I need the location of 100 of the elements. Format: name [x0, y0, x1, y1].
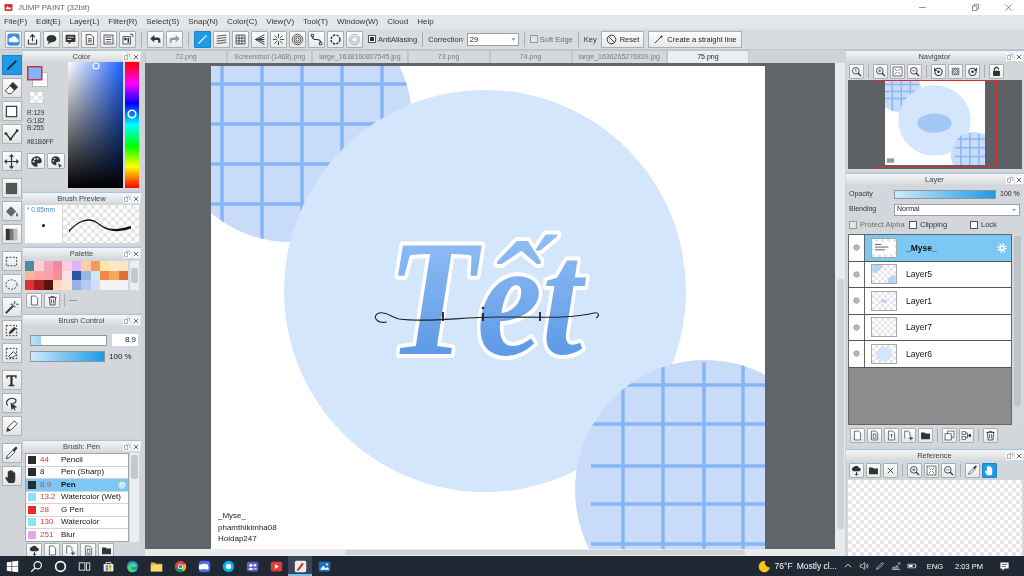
swatch-icon[interactable] — [43, 261, 54, 271]
swatch-icon[interactable] — [99, 261, 110, 271]
hand-button[interactable] — [982, 463, 997, 478]
parallel-lines-button[interactable] — [213, 30, 230, 48]
close-icon[interactable] — [1015, 52, 1023, 61]
document-button[interactable] — [81, 30, 98, 48]
menu-item[interactable]: Tool(T) — [303, 17, 328, 27]
swatch-icon[interactable] — [62, 261, 72, 271]
menu-item[interactable]: Window(W) — [336, 17, 379, 27]
swatch-icon[interactable] — [25, 261, 35, 271]
brush-item[interactable]: 44 Pencil — [26, 454, 128, 467]
moon-icon[interactable] — [757, 559, 771, 573]
close-icon[interactable] — [132, 194, 140, 203]
swatch-icon[interactable] — [25, 270, 35, 281]
close-icon[interactable] — [132, 249, 140, 258]
swatch-icon[interactable] — [62, 270, 72, 281]
grid-button[interactable] — [232, 30, 249, 48]
swatch-icon[interactable] — [25, 280, 35, 290]
concentric-circles-button[interactable] — [289, 30, 306, 48]
merge-button[interactable] — [959, 427, 974, 443]
brush-item[interactable]: 251 Blur — [26, 529, 128, 541]
layer-item[interactable]: Layer6 — [849, 341, 1011, 368]
swatch-icon[interactable] — [34, 270, 44, 281]
rotate-left-button[interactable] — [931, 63, 946, 79]
swatch-icon[interactable] — [71, 280, 82, 290]
pen-tool[interactable] — [1, 416, 22, 436]
scrollbar[interactable] — [835, 63, 845, 549]
rotate-right-button[interactable] — [965, 63, 980, 79]
delete-swatch-button[interactable] — [44, 293, 60, 308]
swatch-icon[interactable] — [118, 261, 128, 271]
brush-item[interactable]: 13.2 Watercolor (Wet) — [26, 491, 128, 504]
undo-button[interactable] — [147, 30, 164, 48]
speaker-icon[interactable] — [858, 561, 869, 571]
visibility-dot-icon[interactable] — [853, 350, 860, 358]
notification-icon[interactable] — [999, 560, 1010, 572]
chevron-up-icon[interactable] — [842, 561, 853, 571]
move-tool[interactable] — [1, 151, 22, 171]
select-pen-tool[interactable] — [1, 320, 22, 340]
scrollbar-thumb[interactable] — [131, 455, 138, 479]
zoom-in-button[interactable] — [907, 463, 922, 478]
close-icon[interactable] — [1015, 451, 1023, 460]
layout-button[interactable] — [119, 30, 136, 48]
scrollbar[interactable] — [130, 261, 139, 290]
menu-item[interactable]: Filter(R) — [108, 17, 138, 27]
close-icon[interactable] — [1015, 175, 1023, 184]
share-button[interactable] — [24, 30, 41, 48]
perspective-lines-button[interactable] — [251, 30, 268, 48]
swatch-icon[interactable] — [71, 261, 82, 271]
filled-square-tool[interactable] — [1, 178, 22, 198]
zoom-out-button[interactable] — [941, 463, 956, 478]
swatch-icon[interactable] — [43, 270, 54, 281]
opacity-slider[interactable] — [894, 190, 996, 199]
close-x-button[interactable] — [883, 463, 898, 478]
folder-button[interactable] — [918, 427, 933, 443]
swatch-icon[interactable] — [90, 270, 100, 281]
trash-button[interactable] — [983, 427, 998, 443]
color-swatches-icon[interactable] — [27, 66, 48, 87]
layer-item[interactable]: Layer1 — [849, 288, 1011, 315]
swatch-icon[interactable] — [99, 270, 110, 281]
eraser-tool[interactable] — [1, 78, 22, 98]
network-icon[interactable] — [890, 561, 901, 571]
scrollbar[interactable] — [145, 549, 845, 556]
antialiasing-checkbox[interactable] — [368, 35, 376, 43]
swatch-icon[interactable] — [90, 261, 100, 271]
temperature[interactable]: 76°F — [774, 560, 793, 572]
cloud-download-button[interactable] — [849, 463, 864, 478]
taskbar-app[interactable] — [288, 556, 312, 576]
visibility-dot-icon[interactable] — [853, 297, 860, 305]
visibility-dot-icon[interactable] — [853, 323, 860, 331]
curve-button[interactable] — [308, 30, 325, 48]
layer-option-checkbox[interactable] — [909, 220, 917, 229]
eyedropper-button[interactable] — [965, 463, 980, 478]
battery-icon[interactable] — [906, 561, 917, 571]
menu-item[interactable]: File(F) — [4, 17, 28, 27]
select-eraser-tool[interactable] — [1, 343, 22, 363]
gradient-tool[interactable] — [1, 224, 22, 244]
swatch-icon[interactable] — [71, 270, 82, 281]
swatch-icon[interactable] — [53, 280, 63, 290]
menu-item[interactable]: View(V) — [266, 17, 295, 27]
scrollbar-thumb[interactable] — [131, 268, 138, 283]
menu-item[interactable]: Color(C) — [226, 17, 258, 27]
scrollbar-thumb[interactable] — [836, 279, 844, 529]
magic-wand-tool[interactable] — [1, 297, 22, 317]
close-icon[interactable] — [132, 316, 140, 325]
radial-lines-button[interactable] — [270, 30, 287, 48]
layer-option-checkbox[interactable] — [970, 220, 978, 229]
fit-button[interactable] — [890, 63, 905, 79]
swatch-icon[interactable] — [53, 270, 63, 281]
close-icon[interactable] — [132, 442, 140, 451]
polyline-tool[interactable] — [1, 124, 22, 144]
swatch-icon[interactable] — [81, 280, 91, 290]
menu-item[interactable]: Help — [417, 17, 434, 27]
viewport-frame[interactable] — [873, 80, 997, 167]
brush-size-slider[interactable] — [30, 334, 107, 346]
lock-button[interactable] — [989, 63, 1004, 79]
swatch-icon[interactable] — [81, 261, 91, 271]
hue-cursor-icon[interactable] — [127, 108, 137, 119]
fit-button[interactable] — [924, 463, 939, 478]
swatch-icon[interactable] — [34, 280, 44, 290]
zoom-out-button[interactable] — [907, 63, 922, 79]
